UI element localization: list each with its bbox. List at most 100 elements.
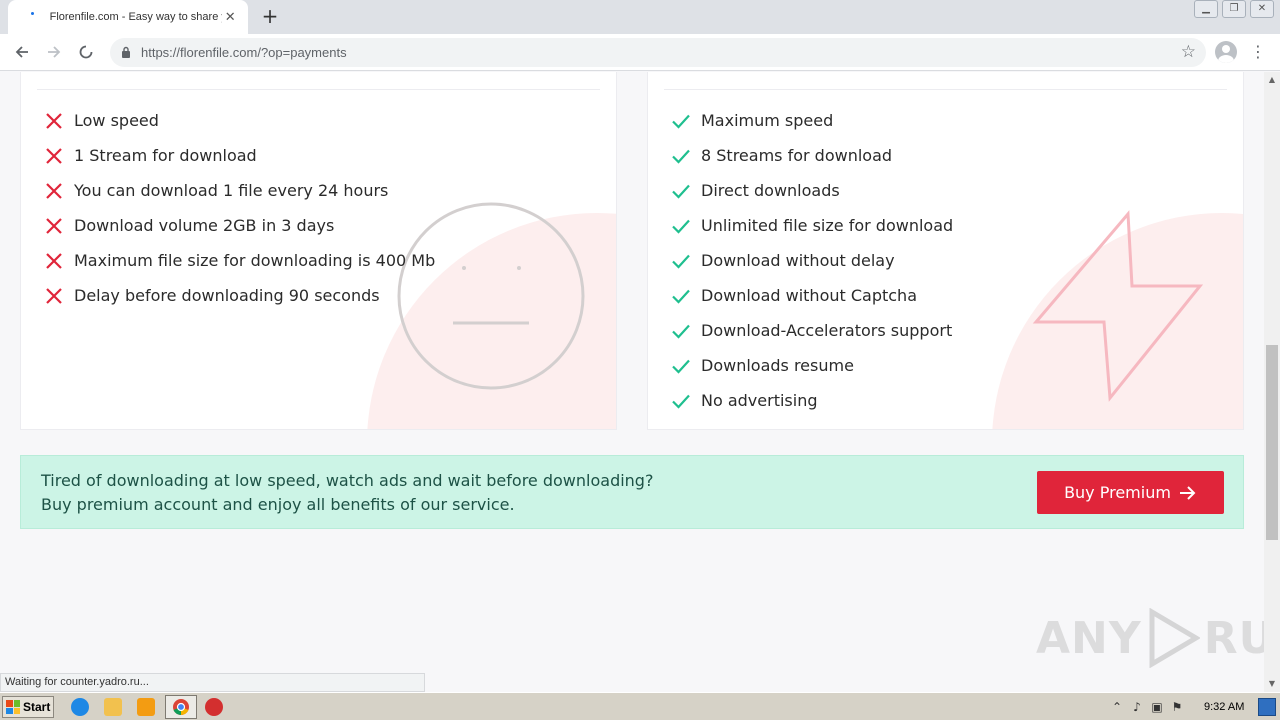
folder-icon[interactable] xyxy=(104,698,122,716)
windows-taskbar: Start ⌃ ♪ ▣ ⚑ 9:32 AM xyxy=(0,692,1280,720)
feature-label: Downloads resume xyxy=(701,356,854,375)
minimize-button[interactable]: ▁ xyxy=(1194,0,1218,18)
show-hidden-icons-icon[interactable]: ⌃ xyxy=(1110,700,1124,714)
check-icon xyxy=(672,324,690,339)
feature-item: Downloads resume xyxy=(670,348,953,383)
profile-avatar-icon[interactable] xyxy=(1215,41,1237,63)
check-icon xyxy=(672,184,690,199)
lightning-bolt-icon xyxy=(1032,210,1204,402)
card-divider xyxy=(37,89,600,90)
feature-item: Delay before downloading 90 seconds xyxy=(43,278,435,313)
taskbar-clock[interactable]: 9:32 AM xyxy=(1204,701,1244,713)
premium-feature-list: Maximum speed 8 Streams for download Direc… xyxy=(670,103,953,418)
feature-item: Download volume 2GB in 3 days xyxy=(43,208,435,243)
feature-label: Delay before downloading 90 seconds xyxy=(74,286,380,305)
feature-label: Direct downloads xyxy=(701,181,840,200)
feature-item: No advertising xyxy=(670,383,953,418)
tab-title: Florenfile.com - Easy way to share y xyxy=(49,11,223,23)
check-icon xyxy=(672,289,690,304)
network-icon[interactable]: ▣ xyxy=(1150,700,1164,714)
tab-close-icon[interactable]: ✕ xyxy=(222,10,238,25)
feature-item: 1 Stream for download xyxy=(43,138,435,173)
feature-item: Download without delay xyxy=(670,243,953,278)
close-window-button[interactable]: ✕ xyxy=(1250,0,1274,18)
buy-premium-button[interactable]: Buy Premium xyxy=(1037,471,1224,514)
scroll-up-arrow-icon[interactable]: ▲ xyxy=(1264,72,1280,88)
back-button[interactable] xyxy=(10,40,34,64)
feature-item: 8 Streams for download xyxy=(670,138,953,173)
loading-favicon-icon xyxy=(26,10,40,24)
internet-explorer-icon[interactable] xyxy=(71,698,89,716)
check-icon xyxy=(672,394,690,409)
free-plan-card: Low speed 1 Stream for download You can do… xyxy=(20,72,617,430)
arrow-right-icon xyxy=(48,46,61,58)
feature-label: You can download 1 file every 24 hours xyxy=(74,181,389,200)
feature-item: Unlimited file size for download xyxy=(670,208,953,243)
browser-tab[interactable]: Florenfile.com - Easy way to share y ✕ xyxy=(8,0,248,34)
start-label: Start xyxy=(23,700,51,714)
action-center-flag-icon[interactable]: ⚑ xyxy=(1170,700,1184,714)
feature-label: Download-Accelerators support xyxy=(701,321,953,340)
banner-message: Tired of downloading at low speed, watch… xyxy=(41,469,653,517)
x-icon xyxy=(46,287,62,304)
feature-label: No advertising xyxy=(701,391,818,410)
feature-item: Low speed xyxy=(43,103,435,138)
check-icon xyxy=(672,254,690,269)
feature-label: Download volume 2GB in 3 days xyxy=(74,216,335,235)
feature-label: 1 Stream for download xyxy=(74,146,257,165)
feature-item: You can download 1 file every 24 hours xyxy=(43,173,435,208)
feature-item: Direct downloads xyxy=(670,173,953,208)
feature-label: Low speed xyxy=(74,111,159,130)
feature-label: Maximum file size for downloading is 400… xyxy=(74,251,436,270)
x-icon xyxy=(46,147,62,164)
scroll-down-arrow-icon[interactable]: ▼ xyxy=(1264,676,1280,692)
url-text: https://florenfile.com/?op=payments xyxy=(141,45,347,60)
scroll-thumb[interactable] xyxy=(1266,345,1278,540)
bookmark-star-icon[interactable]: ☆ xyxy=(1181,42,1196,62)
lock-icon xyxy=(122,46,130,58)
restore-button[interactable]: ❐ xyxy=(1222,0,1246,18)
kebab-menu-icon[interactable]: ⋮ xyxy=(1250,40,1266,64)
arrow-left-icon xyxy=(15,46,28,58)
forward-button[interactable] xyxy=(42,40,66,64)
windows-logo-icon xyxy=(6,700,20,714)
feature-item: Maximum file size for downloading is 400… xyxy=(43,243,435,278)
feature-label: Download without delay xyxy=(701,251,895,270)
banner-line-2: Buy premium account and enjoy all benefi… xyxy=(41,495,515,514)
page-scrollbar[interactable]: ▲ ▼ xyxy=(1264,72,1280,692)
anyrun-watermark: ANY RUN xyxy=(1036,608,1264,668)
media-player-icon[interactable] xyxy=(137,698,155,716)
opera-icon[interactable] xyxy=(205,698,223,716)
show-desktop-button[interactable] xyxy=(1258,698,1276,716)
system-tray: ⌃ ♪ ▣ ⚑ 9:32 AM xyxy=(1106,696,1254,718)
feature-item: Download-Accelerators support xyxy=(670,313,953,348)
x-icon xyxy=(46,217,62,234)
check-icon xyxy=(672,114,690,129)
feature-item: Download without Captcha xyxy=(670,278,953,313)
address-bar[interactable]: https://florenfile.com/?op=payments ☆ xyxy=(110,38,1206,67)
premium-banner: Tired of downloading at low speed, watch… xyxy=(20,455,1244,529)
x-icon xyxy=(46,182,62,199)
card-divider xyxy=(664,89,1227,90)
check-icon xyxy=(672,219,690,234)
arrow-right-icon xyxy=(1179,485,1196,500)
watermark-right-text: RUN xyxy=(1203,612,1264,664)
stop-loading-button[interactable] xyxy=(74,40,98,64)
banner-line-1: Tired of downloading at low speed, watch… xyxy=(41,471,654,490)
start-button[interactable]: Start xyxy=(2,696,54,718)
play-triangle-icon xyxy=(1149,608,1200,668)
browser-tab-strip: Florenfile.com - Easy way to share y ✕ +… xyxy=(0,0,1280,34)
browser-toolbar: https://florenfile.com/?op=payments ☆ ⋮ xyxy=(0,34,1280,71)
loading-spinner-icon xyxy=(79,45,93,59)
premium-plan-card: Maximum speed 8 Streams for download Direc… xyxy=(647,72,1244,430)
feature-item: Maximum speed xyxy=(670,103,953,138)
window-controls: ▁ ❐ ✕ xyxy=(1194,0,1274,18)
new-tab-button[interactable]: + xyxy=(258,4,282,28)
feature-label: Unlimited file size for download xyxy=(701,216,954,235)
feature-label: Maximum speed xyxy=(701,111,834,130)
loading-status-bar: Waiting for counter.yadro.ru... xyxy=(0,673,425,692)
buy-premium-label: Buy Premium xyxy=(1064,483,1171,502)
volume-icon[interactable]: ♪ xyxy=(1130,700,1144,714)
chrome-taskbar-button[interactable] xyxy=(165,695,197,719)
check-icon xyxy=(672,149,690,164)
